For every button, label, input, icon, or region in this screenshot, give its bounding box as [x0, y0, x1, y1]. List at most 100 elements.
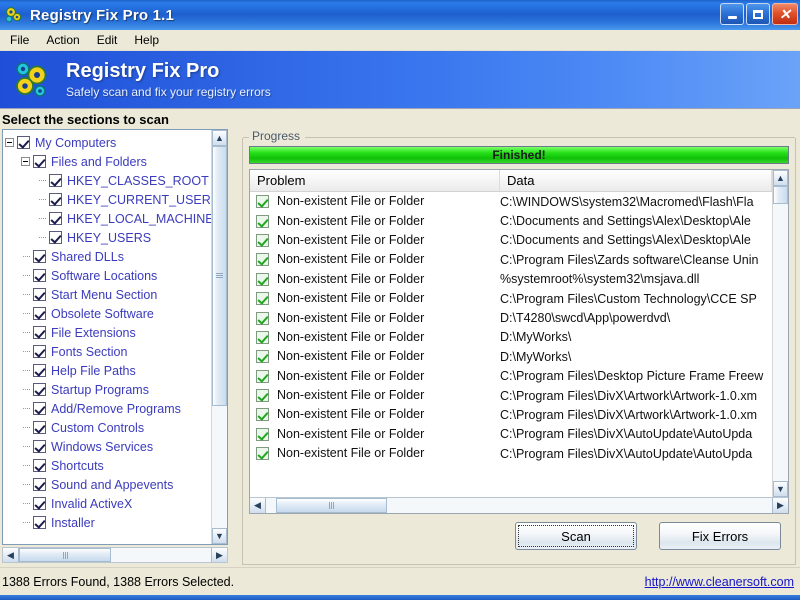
tree-scroll-left-button[interactable]: ◀ [3, 548, 19, 562]
tree-item-checkbox[interactable] [33, 383, 46, 396]
row-checkbox[interactable] [256, 369, 269, 383]
menu-item-file[interactable]: File [2, 31, 37, 49]
column-header-problem[interactable]: Problem [250, 170, 500, 191]
row-checkbox[interactable] [256, 350, 269, 364]
tree-item[interactable]: Files and Folders [5, 152, 211, 171]
row-checkbox[interactable] [256, 253, 269, 267]
row-checkbox[interactable] [256, 195, 269, 209]
row-checkbox[interactable] [256, 272, 269, 286]
table-row[interactable]: Non-existent File or Folder C:\Program Fi… [250, 250, 772, 269]
tree-item-checkbox[interactable] [33, 307, 46, 320]
table-row[interactable]: Non-existent File or Folder C:\Documents … [250, 231, 772, 250]
website-link[interactable]: http://www.cleanersoft.com [645, 575, 794, 589]
tree-item-checkbox[interactable] [49, 231, 62, 244]
scan-button[interactable]: Scan [515, 522, 637, 550]
tree-item[interactable]: Obsolete Software [5, 304, 211, 323]
row-checkbox[interactable] [256, 214, 269, 228]
results-hscroll-track[interactable] [266, 498, 772, 513]
results-scroll-track[interactable] [773, 186, 788, 481]
tree-item-checkbox[interactable] [33, 250, 46, 263]
results-vertical-scrollbar[interactable]: ▲ ▼ [772, 170, 788, 497]
tree-item-checkbox[interactable] [33, 402, 46, 415]
row-checkbox[interactable] [256, 447, 269, 461]
tree-item-checkbox[interactable] [33, 345, 46, 358]
menu-item-edit[interactable]: Edit [89, 31, 126, 49]
tree-item-checkbox[interactable] [33, 421, 46, 434]
tree-item[interactable]: Add/Remove Programs [5, 399, 211, 418]
tree-scroll-track[interactable] [212, 146, 227, 528]
menu-item-help[interactable]: Help [126, 31, 167, 49]
results-scroll-down-button[interactable]: ▼ [773, 481, 788, 497]
table-row[interactable]: Non-existent File or Folder C:\Documents … [250, 211, 772, 230]
tree-item-checkbox[interactable] [33, 459, 46, 472]
maximize-button[interactable] [746, 3, 770, 25]
tree-item[interactable]: HKEY_USERS [5, 228, 211, 247]
tree-item[interactable]: My Computers [5, 133, 211, 152]
results-hscroll-thumb[interactable] [276, 498, 388, 513]
row-checkbox[interactable] [256, 292, 269, 306]
column-header-data[interactable]: Data [500, 170, 772, 191]
close-button[interactable]: ✕ [772, 3, 798, 25]
tree-item-checkbox[interactable] [33, 516, 46, 529]
results-scroll-left-button[interactable]: ◀ [250, 498, 266, 513]
tree-item-checkbox[interactable] [33, 269, 46, 282]
tree-item[interactable]: Installer [5, 513, 211, 532]
table-row[interactable]: Non-existent File or Folder C:\Program Fi… [250, 405, 772, 424]
tree-item-checkbox[interactable] [49, 174, 62, 187]
tree-item-checkbox[interactable] [33, 364, 46, 377]
tree-item[interactable]: Windows Services [5, 437, 211, 456]
row-checkbox[interactable] [256, 389, 269, 403]
results-scroll-thumb[interactable] [773, 186, 788, 204]
tree-item[interactable]: Startup Programs [5, 380, 211, 399]
tree-item-checkbox[interactable] [33, 440, 46, 453]
tree-vertical-scrollbar[interactable]: ▲ ▼ [211, 130, 227, 544]
row-checkbox[interactable] [256, 427, 269, 441]
tree-hscroll-track[interactable] [19, 548, 211, 562]
tree-scroll-thumb[interactable] [212, 146, 227, 406]
row-checkbox[interactable] [256, 311, 269, 325]
tree-item[interactable]: Shortcuts [5, 456, 211, 475]
tree-item-checkbox[interactable] [33, 155, 46, 168]
tree-scroll-down-button[interactable]: ▼ [212, 528, 227, 544]
results-scroll-up-button[interactable]: ▲ [773, 170, 788, 186]
expander-collapse-icon[interactable] [21, 157, 30, 166]
tree-item-checkbox[interactable] [33, 326, 46, 339]
tree-item[interactable]: Sound and Appevents [5, 475, 211, 494]
table-row[interactable]: Non-existent File or Folder C:\Program Fi… [250, 367, 772, 386]
tree-item[interactable]: HKEY_CLASSES_ROOT [5, 171, 211, 190]
tree-scroll-up-button[interactable]: ▲ [212, 130, 227, 146]
tree-item[interactable]: Start Menu Section [5, 285, 211, 304]
tree-item-checkbox[interactable] [33, 497, 46, 510]
tree-item[interactable]: HKEY_LOCAL_MACHINE [5, 209, 211, 228]
tree-item[interactable]: Custom Controls [5, 418, 211, 437]
tree-item-checkbox[interactable] [33, 288, 46, 301]
tree-item[interactable]: HKEY_CURRENT_USER [5, 190, 211, 209]
minimize-button[interactable] [720, 3, 744, 25]
expander-collapse-icon[interactable] [5, 138, 14, 147]
results-horizontal-scrollbar[interactable]: ◀ ▶ [250, 497, 788, 513]
menu-item-action[interactable]: Action [38, 31, 87, 49]
tree-item[interactable]: Fonts Section [5, 342, 211, 361]
row-checkbox[interactable] [256, 408, 269, 422]
table-row[interactable]: Non-existent File or Folder D:\T4280\swcd… [250, 308, 772, 327]
table-row[interactable]: Non-existent File or Folder C:\Program Fi… [250, 444, 772, 463]
tree-item-checkbox[interactable] [49, 193, 62, 206]
tree-item[interactable]: Invalid ActiveX [5, 494, 211, 513]
tree-item[interactable]: Shared DLLs [5, 247, 211, 266]
tree-item-checkbox[interactable] [49, 212, 62, 225]
row-checkbox[interactable] [256, 330, 269, 344]
row-checkbox[interactable] [256, 233, 269, 247]
tree-item-checkbox[interactable] [33, 478, 46, 491]
table-row[interactable]: Non-existent File or Folder %systemroot%\… [250, 270, 772, 289]
tree-scroll-right-button[interactable]: ▶ [211, 548, 227, 562]
tree-item[interactable]: File Extensions [5, 323, 211, 342]
table-row[interactable]: Non-existent File or Folder C:\Program Fi… [250, 386, 772, 405]
tree-hscroll-thumb[interactable] [19, 548, 112, 562]
fix-errors-button[interactable]: Fix Errors [659, 522, 781, 550]
results-scroll-right-button[interactable]: ▶ [772, 498, 788, 513]
tree-horizontal-scrollbar[interactable]: ◀ ▶ [2, 547, 228, 563]
table-row[interactable]: Non-existent File or Folder C:\Program Fi… [250, 289, 772, 308]
tree-item[interactable]: Help File Paths [5, 361, 211, 380]
table-row[interactable]: Non-existent File or Folder C:\Program Fi… [250, 425, 772, 444]
tree-item-checkbox[interactable] [17, 136, 30, 149]
